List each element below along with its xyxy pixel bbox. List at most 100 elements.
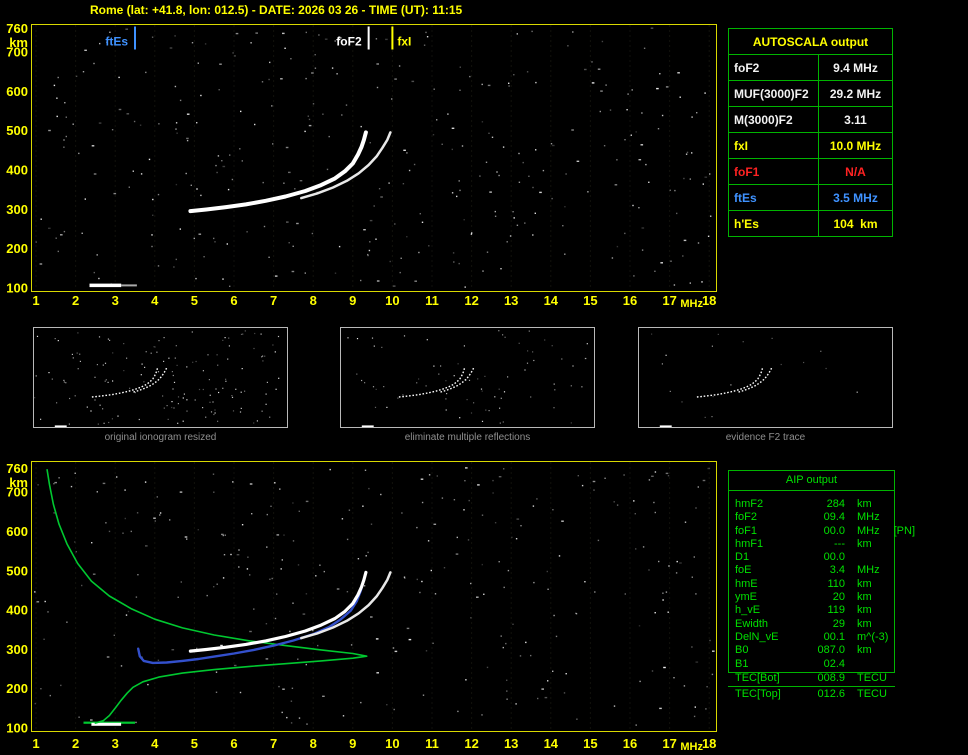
aip-row-value: 29 xyxy=(805,618,845,631)
autoscala-row-label: MUF(3000)F2 xyxy=(729,81,819,106)
aip-table-row: foF209.4MHz xyxy=(728,511,933,524)
thumbnail-caption-evidence: evidence F2 trace xyxy=(638,432,893,443)
y-axis-unit-label: km xyxy=(9,35,28,50)
aip-output-panel: AIP output hmF2284kmfoF209.4MHzfoF100.0M… xyxy=(728,470,938,710)
autoscala-row-label: h'Es xyxy=(729,211,819,236)
autoscala-table-row: M(3000)F23.11 xyxy=(729,106,892,132)
aip-row-value: 00.1 xyxy=(805,631,845,644)
autoscala-row-value: 9.4 MHz xyxy=(819,55,892,80)
y-tick-label: 600 xyxy=(6,524,28,539)
aip-table-row: Ewidth29km xyxy=(728,618,933,631)
y-tick-label: 100 xyxy=(6,721,28,736)
x-axis-unit-label: MHz xyxy=(680,741,703,753)
aip-row-label: foE xyxy=(728,564,805,577)
autoscala-row-value: 29.2 MHz xyxy=(819,81,892,106)
autoscala-table-row: fxI10.0 MHz xyxy=(729,132,892,158)
autoscala-table-row: foF29.4 MHz xyxy=(729,54,892,80)
x-tick-label: 5 xyxy=(191,293,198,308)
aip-table-row: DelN_vE00.1m^(-3) xyxy=(728,631,933,644)
autoscala-row-value: N/A xyxy=(819,159,892,184)
station-date-title: Rome (lat: +41.8, lon: 012.5) - DATE: 20… xyxy=(90,3,462,17)
aip-row-unit: km xyxy=(845,578,872,591)
thumb-trace xyxy=(660,367,772,427)
aip-row-unit: km xyxy=(845,604,872,617)
autoscala-row-value: 3.5 MHz xyxy=(819,185,892,210)
y-tick-label: 500 xyxy=(6,563,28,578)
thumbnail-evidence-f2-trace xyxy=(638,327,893,428)
x-tick-label: 15 xyxy=(583,736,597,751)
aip-row-value: 110 xyxy=(805,578,845,591)
aip-table-row: foF100.0MHz[PN] xyxy=(728,525,933,538)
thumb-noise xyxy=(34,330,279,424)
aip-table-row: foE3.4MHz xyxy=(728,564,933,577)
y-tick-label: 200 xyxy=(6,241,28,256)
aip-table-header: AIP output xyxy=(729,471,894,491)
tec-row-value: 008.9 xyxy=(805,672,845,685)
x-tick-label: 18 xyxy=(702,293,716,308)
thumb-trace xyxy=(55,367,167,427)
aip-row-unit: m^(-3) xyxy=(845,631,888,644)
autoscala-row-label: M(3000)F2 xyxy=(729,107,819,132)
x-tick-label: 16 xyxy=(623,736,637,751)
aip-row-unit: km xyxy=(845,498,872,511)
marker-label-foF2: foF2 xyxy=(336,35,362,49)
marker-label-fxI: fxI xyxy=(397,35,411,49)
aip-row-unit: MHz xyxy=(845,511,880,524)
ionogram-traces: ftEsfoF2fxI xyxy=(90,27,412,288)
x-tick-label: 7 xyxy=(270,293,277,308)
autoscala-output-table: AUTOSCALA output foF29.4 MHzMUF(3000)F22… xyxy=(728,28,893,237)
aip-table-row: B102.4 xyxy=(728,658,933,671)
x-tick-label: 13 xyxy=(504,736,518,751)
thumbnail-original-ionogram-image xyxy=(34,328,287,427)
y-tick-label: 200 xyxy=(6,681,28,696)
aip-row-label: hmE xyxy=(728,578,805,591)
axis-labels: 760700600500400300200100km12345678910111… xyxy=(6,21,716,310)
autoscala-row-label: fxI xyxy=(729,133,819,158)
y-tick-label: 600 xyxy=(6,84,28,99)
x-tick-label: 1 xyxy=(32,736,39,751)
aip-row-label: hmF1 xyxy=(728,538,805,551)
x-tick-label: 12 xyxy=(464,293,478,308)
aip-row-value: 02.4 xyxy=(805,658,845,671)
ionogram-traces xyxy=(47,470,390,726)
y-tick-label: 500 xyxy=(6,123,28,138)
axis-labels: 760700600500400300200100km12345678910111… xyxy=(6,461,716,753)
aip-row-extra: [PN] xyxy=(880,525,915,538)
F2-ordinary-trace xyxy=(190,132,366,211)
autoscala-table-row: foF1N/A xyxy=(729,158,892,184)
aip-row-unit: km xyxy=(845,591,872,604)
aip-row-label: foF1 xyxy=(728,525,805,538)
Es-layer-trace xyxy=(90,284,122,288)
aip-row-unit: MHz xyxy=(845,525,880,538)
x-tick-label: 3 xyxy=(112,736,119,751)
x-tick-label: 13 xyxy=(504,293,518,308)
aip-row-unit: MHz xyxy=(845,564,880,577)
x-tick-label: 10 xyxy=(385,293,399,308)
x-tick-label: 4 xyxy=(151,293,159,308)
aip-row-unit xyxy=(845,658,857,671)
thumb-noise xyxy=(651,334,858,419)
aip-row-unit: km xyxy=(845,538,872,551)
x-tick-label: 15 xyxy=(583,293,597,308)
aip-table-row: hmF1---km xyxy=(728,538,933,551)
aip-row-value: 09.4 xyxy=(805,511,845,524)
thumb-es-layer xyxy=(55,425,67,427)
tec-row-value: 012.6 xyxy=(805,688,845,701)
thumb-F2-extraordinary-trace xyxy=(441,367,474,392)
autoscala-row-value: 10.0 MHz xyxy=(819,133,892,158)
x-tick-label: 6 xyxy=(230,293,237,308)
x-tick-label: 8 xyxy=(310,736,317,751)
thumbnail-caption-eliminate: eliminate multiple reflections xyxy=(340,432,595,443)
x-axis-unit-label: MHz xyxy=(680,298,703,310)
aip-row-label: B0 xyxy=(728,644,805,657)
tec-row-unit: TECU xyxy=(845,688,887,701)
x-tick-label: 3 xyxy=(112,293,119,308)
autoscala-table-row: MUF(3000)F229.2 MHz xyxy=(729,80,892,106)
thumb-F2-extraordinary-trace xyxy=(134,367,167,392)
aip-row-unit xyxy=(845,551,857,564)
aip-row-label: hmF2 xyxy=(728,498,805,511)
autoscala-table-row: h'Es104 km xyxy=(729,210,892,236)
x-tick-label: 10 xyxy=(385,736,399,751)
x-tick-label: 2 xyxy=(72,293,79,308)
x-tick-label: 5 xyxy=(191,736,198,751)
